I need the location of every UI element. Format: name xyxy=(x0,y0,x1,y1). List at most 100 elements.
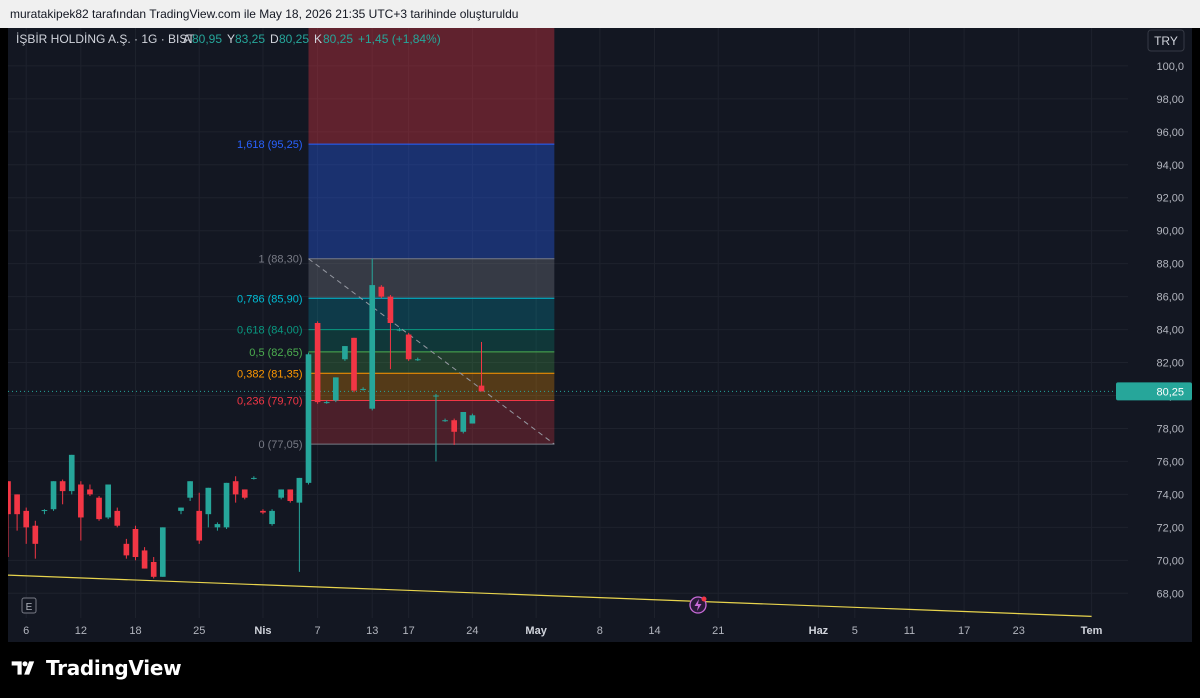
time-tick-label: 14 xyxy=(648,625,660,637)
candle-body xyxy=(460,411,467,432)
tradingview-logo-icon xyxy=(11,661,35,675)
candle-body xyxy=(251,477,257,479)
candle-body xyxy=(41,510,48,512)
legend-value: 80,25 xyxy=(323,32,353,46)
time-tick-label: 6 xyxy=(23,625,29,637)
legend: İŞBİR HOLDİNG A.Ş. · 1G · BIST A 80,95 Y 83… xyxy=(16,32,441,46)
candle-body xyxy=(214,524,221,528)
time-tick-label: 21 xyxy=(712,625,724,637)
fib-zone xyxy=(308,400,555,445)
candle-body xyxy=(96,497,102,520)
price-tick-label: 90,00 xyxy=(1156,226,1184,238)
candle-body xyxy=(351,337,357,391)
price-tick-label: 76,00 xyxy=(1156,456,1184,468)
candle-body xyxy=(378,286,385,297)
candle-body xyxy=(141,550,148,569)
candle-body xyxy=(232,481,239,495)
candle-body xyxy=(132,529,139,558)
price-tick-label: 98,00 xyxy=(1156,94,1184,106)
time-tick-label: May xyxy=(525,625,547,637)
candle-body xyxy=(196,510,203,541)
candle-body xyxy=(387,296,394,323)
lightning-icon[interactable] xyxy=(689,596,707,614)
time-tick-label: 23 xyxy=(1013,625,1025,637)
candle xyxy=(378,285,385,299)
candle-body xyxy=(114,510,121,526)
price-tick-label: 68,00 xyxy=(1156,588,1184,600)
attribution-bar: muratakipek82 tarafından TradingView.com… xyxy=(0,0,1200,28)
candle-body xyxy=(123,543,130,556)
currency-badge[interactable]: TRY xyxy=(1147,29,1185,52)
fib-level-label: 1 (88,30) xyxy=(258,254,302,266)
legend-value: 80,25 xyxy=(279,32,309,46)
time-tick-label: 12 xyxy=(75,625,87,637)
candle-body xyxy=(14,494,20,515)
fib-zone xyxy=(308,258,555,299)
fib-level-label: 0 (77,05) xyxy=(258,439,302,451)
time-tick-label: Tem xyxy=(1081,625,1103,637)
price-tick-label: 88,00 xyxy=(1156,259,1184,271)
candle-body xyxy=(187,481,193,498)
fib-level-label: 0,618 (84,00) xyxy=(237,325,302,337)
last-price-label: 80,25 xyxy=(1156,386,1184,398)
candle xyxy=(50,481,57,511)
candle-body xyxy=(260,510,266,513)
candle-body xyxy=(414,359,421,361)
candle-body xyxy=(433,395,439,397)
earnings-marker[interactable]: E xyxy=(21,597,37,614)
fib-zone xyxy=(308,373,555,401)
time-tick-label: 13 xyxy=(366,625,378,637)
candle-body xyxy=(23,510,30,528)
legend-key: A xyxy=(183,32,191,46)
candle-body xyxy=(396,329,403,331)
candle-body xyxy=(205,487,212,515)
legend-change: +1,45 (+1,84%) xyxy=(358,32,441,46)
candle xyxy=(269,509,275,526)
time-tick-label: Nis xyxy=(254,625,271,637)
time-tick-label: 11 xyxy=(904,625,915,637)
candle xyxy=(305,352,312,485)
candle-body xyxy=(405,334,412,360)
candle-body xyxy=(342,346,348,360)
candle-body xyxy=(50,481,57,510)
candle-body xyxy=(314,323,321,403)
fib-level-label: 0,5 (82,65) xyxy=(249,347,302,359)
legend-key: K xyxy=(314,32,322,46)
price-tick-label: 74,00 xyxy=(1156,489,1184,501)
candle-body xyxy=(323,402,330,404)
candle xyxy=(159,527,166,577)
candle xyxy=(351,337,357,393)
price-chart[interactable]: 0 (77,05) 0,236 (79,70) 0,382 (81,35) 0,5 (… xyxy=(8,28,1192,642)
candle-body xyxy=(87,489,93,495)
candle-body xyxy=(68,454,75,492)
price-tick-label: 72,00 xyxy=(1156,522,1184,534)
legend-symbol: İŞBİR HOLDİNG A.Ş. · 1G · BIST xyxy=(16,32,195,46)
price-tick-label: 92,00 xyxy=(1156,193,1184,205)
price-tick-label: 96,00 xyxy=(1156,127,1184,139)
time-tick-label: 5 xyxy=(852,625,858,637)
time-axis[interactable]: 6 12 18 25 Nis 7 13 17 24 May 8 14 21 Haz 5 11 17 23 Tem xyxy=(8,618,1128,642)
candle-body xyxy=(287,489,294,501)
earnings-label: E xyxy=(26,602,33,613)
candle xyxy=(68,454,75,495)
candle xyxy=(96,496,102,521)
time-tick-label: 25 xyxy=(193,625,205,637)
fib-level-label: 0,236 (79,70) xyxy=(237,395,302,407)
tradingview-logo[interactable]: TradingView xyxy=(10,656,182,680)
fib-level-label: 0,382 (81,35) xyxy=(237,368,302,380)
time-tick-label: 8 xyxy=(597,625,603,637)
candle-body xyxy=(442,420,448,422)
candle-body xyxy=(223,482,230,528)
fib-level-label: 0,786 (85,90) xyxy=(237,293,302,305)
candle xyxy=(287,489,294,503)
time-tick-label: Haz xyxy=(809,625,829,637)
time-tick-label: 24 xyxy=(466,625,478,637)
fib-zone xyxy=(308,298,555,330)
time-tick-label: 17 xyxy=(403,625,415,637)
price-tick-label: 84,00 xyxy=(1156,325,1184,337)
candle-body xyxy=(296,477,303,503)
candle-body xyxy=(59,481,66,492)
price-tick-label: 70,00 xyxy=(1156,555,1184,567)
candle-body xyxy=(150,561,157,577)
price-tick-label: 100,0 xyxy=(1156,61,1184,73)
